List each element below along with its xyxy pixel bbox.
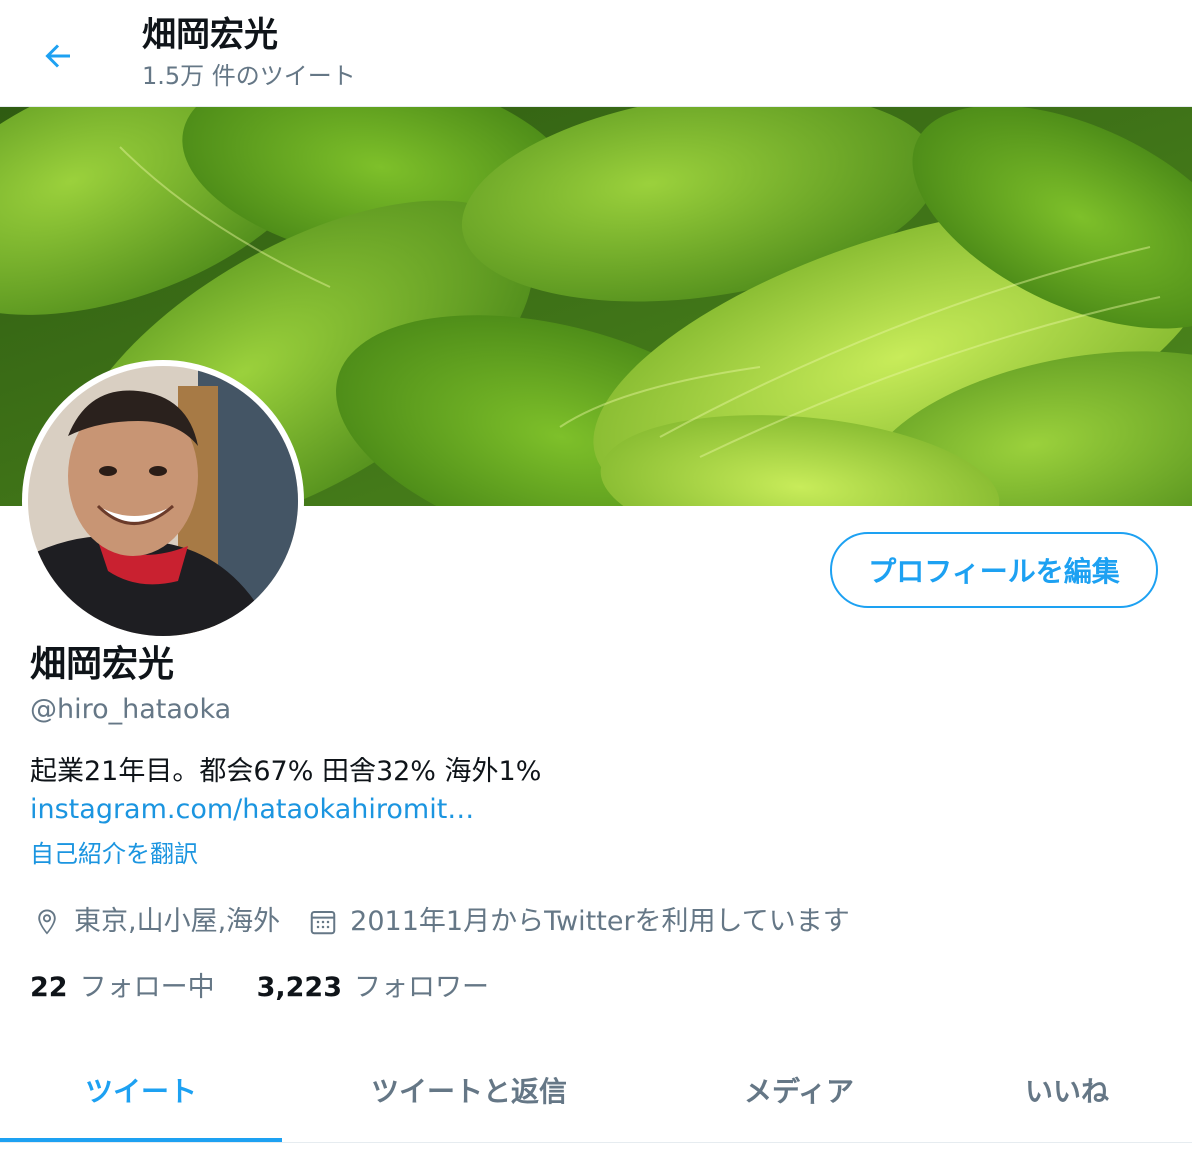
following-link[interactable]: 22 フォロー中	[30, 966, 215, 1010]
following-label: フォロー中	[79, 972, 215, 1003]
tab-tweets[interactable]: ツイート	[0, 1040, 282, 1142]
profile-tabs: ツイート ツイートと返信 メディア いいね	[0, 1040, 1192, 1143]
top-header: 畑岡宏光 1.5万 件のツイート	[0, 0, 1192, 107]
followers-link[interactable]: 3,223 フォロワー	[257, 966, 489, 1010]
header-title: 畑岡宏光	[142, 15, 278, 55]
joined-item: 2011年1月からTwitterを利用しています	[306, 900, 850, 944]
profile-bio: 起業21年目。都会67% 田舎32% 海外1%	[30, 756, 542, 787]
profile-link[interactable]: instagram.com/hataokahiromit…	[30, 790, 474, 830]
profile-handle: @hiro_hataoka	[30, 694, 232, 725]
following-count: 22	[30, 972, 68, 1003]
profile-name: 畑岡宏光	[30, 644, 175, 685]
avatar-frame[interactable]	[22, 360, 304, 642]
translate-bio-link[interactable]: 自己紹介を翻訳	[30, 836, 198, 872]
location-item: 東京,山小屋,海外	[30, 900, 280, 944]
location-pin-icon	[30, 905, 64, 939]
back-arrow-icon	[45, 44, 70, 68]
avatar-photo	[28, 366, 298, 636]
edit-profile-button[interactable]: プロフィールを編集	[830, 532, 1158, 608]
joined-text: 2011年1月からTwitterを利用しています	[350, 906, 850, 937]
location-text: 東京,山小屋,海外	[74, 906, 281, 937]
back-button[interactable]	[30, 28, 86, 84]
avatar	[28, 366, 298, 636]
tab-media[interactable]: メディア	[656, 1040, 942, 1140]
profile-page: 畑岡宏光 1.5万 件のツイート プロフィールを編集 畑岡宏光 @hiro_ha…	[0, 0, 1192, 1160]
profile-meta: 東京,山小屋,海外 2011年1月からTwitterを利用しています	[30, 900, 876, 944]
tab-likes[interactable]: いいね	[942, 1040, 1192, 1140]
follow-stats: 22 フォロー中 3,223 フォロワー	[30, 966, 531, 1010]
followers-label: フォロワー	[353, 972, 489, 1003]
followers-count: 3,223	[256, 972, 342, 1003]
tab-tweets-and-replies[interactable]: ツイートと返信	[282, 1040, 656, 1140]
calendar-icon	[306, 905, 340, 939]
tweet-count: 1.5万 件のツイート	[142, 62, 356, 90]
